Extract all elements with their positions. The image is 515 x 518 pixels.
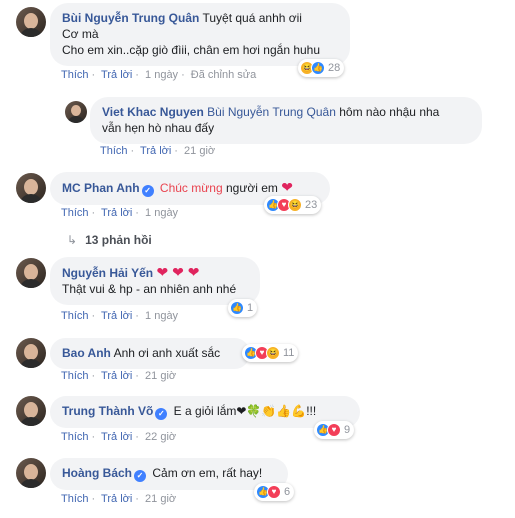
comment-text: người em <box>225 181 278 195</box>
reply-link[interactable]: Trả lời <box>140 145 171 157</box>
comment-text: Cảm ơn em, rất hay! <box>152 466 263 480</box>
comment-actions: Thích · Trả lời · 22 giờ <box>61 431 177 443</box>
like-link[interactable]: Thích <box>61 431 89 443</box>
timestamp[interactable]: 1 ngày <box>145 310 178 322</box>
reply-link[interactable]: Trả lời <box>101 310 132 322</box>
like-link[interactable]: Thích <box>100 145 128 157</box>
reaction-count: 28 <box>328 62 341 74</box>
like-link[interactable]: Thích <box>61 207 89 219</box>
comment-author[interactable]: Hoàng Bách <box>62 466 132 480</box>
love-icon: ♥ <box>327 423 341 437</box>
timestamp[interactable]: 22 giờ <box>145 431 176 443</box>
comment-author[interactable]: MC Phan Anh <box>62 181 140 195</box>
comment-author[interactable]: Bùi Nguyễn Trung Quân <box>62 11 199 25</box>
avatar[interactable] <box>16 258 46 288</box>
haha-icon: 😆 <box>288 198 302 212</box>
like-icon: 👍 <box>230 301 244 315</box>
view-replies-link[interactable]: ↳ 13 phản hồi <box>67 233 152 247</box>
heart-emoji: ❤ <box>281 179 293 195</box>
comment-text: Cho em xin..cặp giò đìii, chân em hơi ng… <box>62 43 321 57</box>
comment-item: Bao Anh Anh ơi anh xuất sắc 👍 ♥ 😆 11 Thí… <box>0 335 515 395</box>
reply-arrow-icon: ↳ <box>67 233 78 247</box>
reply-link[interactable]: Trả lời <box>101 69 132 81</box>
avatar[interactable] <box>16 7 46 37</box>
comment-bubble: Hoàng Bách ✓ Cảm ơn em, rất hay! <box>50 458 288 490</box>
avatar[interactable] <box>65 101 87 123</box>
comment-bubble: Bùi Nguyễn Trung Quân Tuyệt quá anhh ơii… <box>50 3 350 66</box>
reaction-count: 1 <box>247 302 254 314</box>
comment-text: Thật vui & hp - an nhiên anh nhé <box>62 282 237 296</box>
avatar[interactable] <box>16 458 46 488</box>
like-link[interactable]: Thích <box>61 370 89 382</box>
heart-emoji: ❤ ❤ ❤ <box>156 264 200 280</box>
comment-author[interactable]: Viet Khac Nguyen <box>102 105 204 119</box>
comment-text: Anh ơi anh xuất sắc <box>113 346 221 360</box>
reaction-summary[interactable]: 👍 1 <box>228 299 258 317</box>
like-link[interactable]: Thích <box>61 310 89 322</box>
comment-bubble: Bao Anh Anh ơi anh xuất sắc <box>50 338 250 369</box>
highlight-text: Chúc mừng <box>159 181 223 195</box>
reply-link[interactable]: Trả lời <box>101 370 132 382</box>
comment-item: Nguyễn Hải Yến ❤ ❤ ❤ Thật vui & hp - an … <box>0 255 515 335</box>
comment-bubble: Viet Khac Nguyen Bùi Nguyễn Trung Quân h… <box>90 97 482 144</box>
reaction-summary[interactable]: 👍 ♥ 6 <box>254 483 295 501</box>
avatar[interactable] <box>16 338 46 368</box>
comment-item: Bùi Nguyễn Trung Quân Tuyệt quá anhh ơii… <box>0 0 515 90</box>
reply-item: Viet Khac Nguyen Bùi Nguyễn Trung Quân h… <box>0 90 515 160</box>
comment-text: Tuyệt quá anhh ơii <box>202 11 302 25</box>
edited-label[interactable]: Đã chỉnh sửa <box>191 69 256 81</box>
reaction-summary[interactable]: 😆 👍 28 <box>298 59 345 77</box>
like-link[interactable]: Thích <box>61 493 89 505</box>
timestamp[interactable]: 21 giờ <box>145 493 176 505</box>
reaction-count: 11 <box>283 347 295 359</box>
reaction-summary[interactable]: 👍 ♥ 😆 11 <box>242 344 299 362</box>
comment-actions: Thích · Trả lời · 1 ngày <box>61 310 179 322</box>
like-link[interactable]: Thích <box>61 69 89 81</box>
timestamp[interactable]: 1 ngày <box>145 69 178 81</box>
verified-badge-icon: ✓ <box>141 185 154 197</box>
comment-actions: Thích · Trả lời · 1 ngày <box>61 207 179 219</box>
reply-link[interactable]: Trả lời <box>101 207 132 219</box>
comment-author[interactable]: Bao Anh <box>62 346 111 360</box>
comment-actions: Thích · Trả lời · 1 ngày · Đã chỉnh sửa <box>61 69 257 81</box>
mention-link[interactable]: Bùi Nguyễn Trung Quân <box>207 105 336 119</box>
reply-link[interactable]: Trả lời <box>101 493 132 505</box>
comment-text: hôm nào nhậu nha <box>339 105 440 119</box>
avatar[interactable] <box>16 173 46 203</box>
replies-count[interactable]: 13 phản hồi <box>85 233 152 247</box>
timestamp[interactable]: 1 ngày <box>145 207 178 219</box>
comment-text: E a giỏi lắm❤🍀👏👍💪!!! <box>173 404 317 418</box>
comment-item: Trung Thành Võ ✓ E a giỏi lắm❤🍀👏👍💪!!! 👍 ♥… <box>0 393 515 453</box>
verified-badge-icon: ✓ <box>134 470 147 482</box>
reply-link[interactable]: Trả lời <box>101 431 132 443</box>
timestamp[interactable]: 21 giờ <box>145 370 176 382</box>
timestamp[interactable]: 21 giờ <box>184 145 215 157</box>
reaction-count: 6 <box>284 486 291 498</box>
comment-text: Cơ mà <box>62 27 99 41</box>
reaction-summary[interactable]: 👍 ♥ 9 <box>314 421 355 439</box>
reaction-count: 23 <box>305 199 318 211</box>
reaction-summary[interactable]: 👍 ♥ 😆 23 <box>264 196 322 214</box>
comment-actions: Thích · Trả lời · 21 giờ <box>61 370 177 382</box>
haha-icon: 😆 <box>266 346 280 360</box>
verified-badge-icon: ✓ <box>155 408 168 420</box>
comment-text: vẫn hẹn hò nhau đấy <box>102 121 215 135</box>
comment-actions: Thích · Trả lời · 21 giờ <box>61 493 177 505</box>
comment-bubble: Nguyễn Hải Yến ❤ ❤ ❤ Thật vui & hp - an … <box>50 257 260 305</box>
comment-actions: Thích · Trả lời · 21 giờ <box>100 145 216 157</box>
like-icon: 👍 <box>311 61 325 75</box>
comment-bubble: Trung Thành Võ ✓ E a giỏi lắm❤🍀👏👍💪!!! <box>50 396 360 428</box>
avatar[interactable] <box>16 396 46 426</box>
reaction-count: 9 <box>344 424 351 436</box>
comment-author[interactable]: Nguyễn Hải Yến <box>62 266 153 280</box>
comment-item: Hoàng Bách ✓ Cảm ơn em, rất hay! 👍 ♥ 6 Th… <box>0 455 515 518</box>
love-icon: ♥ <box>267 485 281 499</box>
comment-author[interactable]: Trung Thành Võ <box>62 404 153 418</box>
